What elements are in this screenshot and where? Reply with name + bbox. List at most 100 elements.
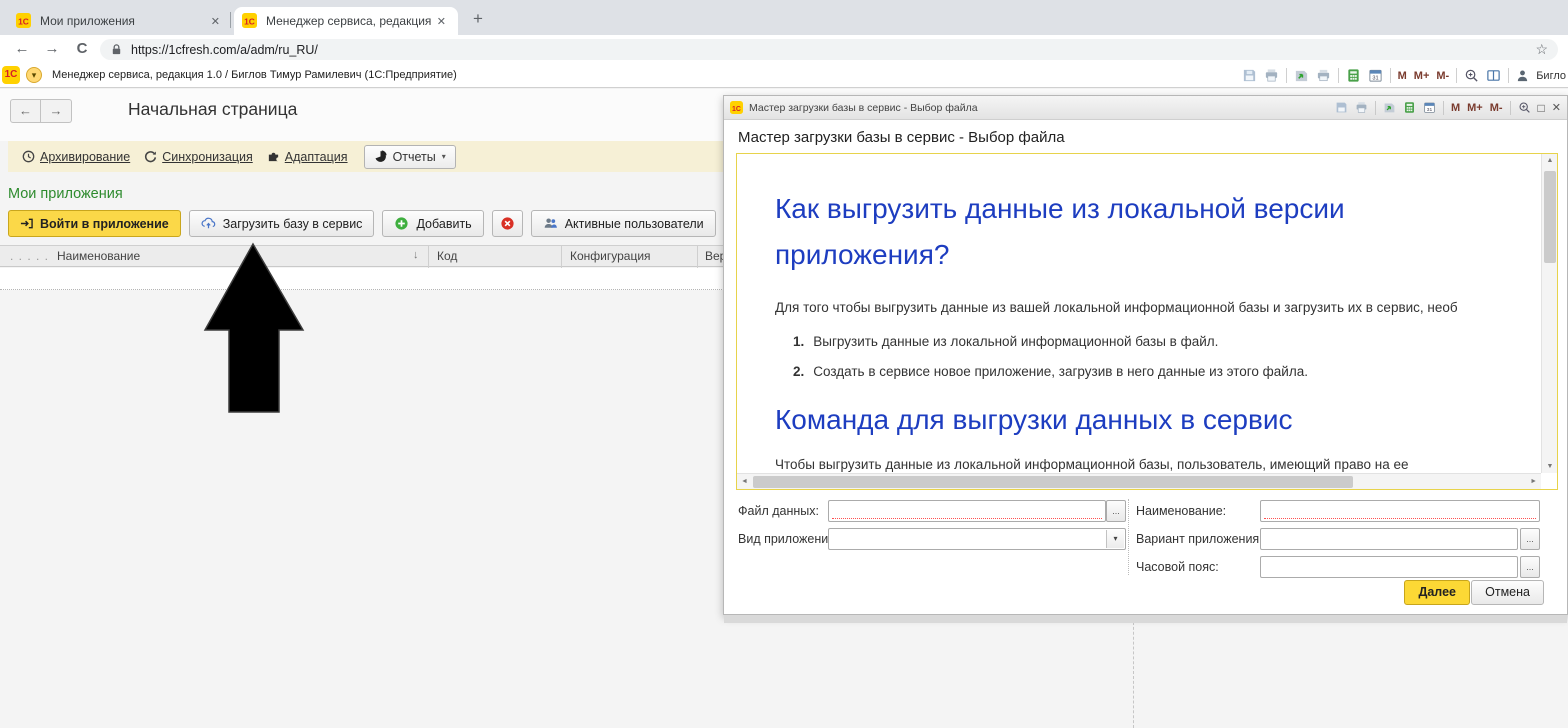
user-name-label[interactable]: Бигло bbox=[1536, 70, 1566, 82]
plus-circle-icon bbox=[394, 216, 409, 231]
main-menu-button[interactable]: ▾ bbox=[26, 67, 42, 83]
vertical-scrollbar[interactable]: ▲ ▼ bbox=[1541, 154, 1557, 473]
new-tab-button[interactable]: + bbox=[466, 8, 490, 32]
browser-forward-icon[interactable]: → bbox=[42, 39, 62, 59]
column-header-code[interactable]: Код bbox=[437, 249, 457, 263]
url-text[interactable]: https://1cfresh.com/a/adm/ru_RU/ bbox=[131, 43, 1535, 57]
1c-favicon: 1С bbox=[730, 101, 743, 114]
tab-close-icon[interactable]: ✕ bbox=[207, 13, 224, 30]
timezone-field[interactable] bbox=[1260, 556, 1518, 578]
browser-back-icon[interactable]: ← bbox=[12, 39, 32, 59]
browser-reload-icon[interactable]: C bbox=[72, 39, 92, 59]
maximize-icon[interactable]: □ bbox=[1538, 101, 1545, 115]
upload-wizard-dialog: 1С Мастер загрузки базы в сервис - Выбор… bbox=[723, 95, 1568, 623]
1c-favicon: 1С bbox=[16, 13, 32, 29]
sync-link-label[interactable]: Синхронизация bbox=[162, 150, 253, 164]
timezone-browse-button[interactable]: ... bbox=[1520, 556, 1540, 578]
memory-m-plus-button[interactable]: M+ bbox=[1414, 70, 1430, 82]
adaptation-link[interactable]: Адаптация bbox=[267, 150, 348, 164]
application-kind-combo[interactable]: ▾ bbox=[828, 528, 1126, 550]
file-browse-button[interactable]: ... bbox=[1106, 500, 1126, 522]
calculator-icon[interactable] bbox=[1346, 68, 1361, 83]
reports-button[interactable]: Отчеты ▾ bbox=[363, 144, 456, 169]
calculator-icon[interactable] bbox=[1403, 101, 1416, 114]
screen: 1С Мои приложения ✕ 1С Менеджер сервиса,… bbox=[0, 0, 1568, 728]
dialog-titlebar[interactable]: 1С Мастер загрузки базы в сервис - Выбор… bbox=[724, 96, 1567, 120]
browser-address-row: ← → C https://1cfresh.com/a/adm/ru_RU/ ☆ bbox=[0, 35, 1568, 63]
dialog-toolbar: 31 M M+ M- □ ✕ bbox=[1335, 100, 1561, 115]
active-users-button-label: Активные пользователи bbox=[564, 216, 704, 231]
toolbar-separator bbox=[1456, 68, 1458, 83]
scroll-right-icon[interactable]: ► bbox=[1530, 474, 1537, 489]
horizontal-scrollbar[interactable]: ◄ ► bbox=[737, 473, 1541, 489]
red-cross-icon bbox=[500, 216, 515, 231]
send-print-icon[interactable] bbox=[1316, 68, 1331, 83]
split-window-icon[interactable] bbox=[1486, 68, 1501, 83]
toolbar-separator bbox=[1285, 68, 1287, 83]
help-document-content: Как выгрузить данные из локальной версии… bbox=[737, 154, 1541, 473]
application-kind-input[interactable] bbox=[829, 529, 1125, 549]
print-icon[interactable] bbox=[1355, 101, 1368, 114]
vertical-scroll-thumb[interactable] bbox=[1544, 171, 1556, 263]
browser-tab-service-manager[interactable]: 1С Менеджер сервиса, редакция 1 ✕ bbox=[234, 7, 458, 35]
archive-link[interactable]: Архивирование bbox=[22, 150, 130, 164]
sync-link[interactable]: Синхронизация bbox=[144, 150, 253, 164]
calendar-icon[interactable]: 31 bbox=[1368, 68, 1383, 83]
variant-field-label: Вариант приложения: bbox=[1136, 532, 1263, 546]
name-field[interactable] bbox=[1260, 500, 1540, 522]
horizontal-scroll-thumb[interactable] bbox=[753, 476, 1353, 488]
scroll-down-icon[interactable]: ▼ bbox=[1542, 463, 1557, 470]
cancel-button[interactable]: Отмена bbox=[1471, 580, 1544, 605]
active-users-button[interactable]: Активные пользователи bbox=[530, 210, 716, 237]
save-icon[interactable] bbox=[1335, 101, 1348, 114]
scroll-up-icon[interactable]: ▲ bbox=[1542, 157, 1557, 164]
column-header-name[interactable]: Наименование bbox=[57, 249, 140, 263]
file-field[interactable] bbox=[828, 500, 1106, 522]
sort-descending-icon[interactable]: ↓ bbox=[413, 249, 419, 261]
calendar-icon[interactable]: 31 bbox=[1423, 101, 1436, 114]
column-header-config[interactable]: Конфигурация bbox=[570, 249, 651, 263]
close-icon[interactable]: ✕ bbox=[1552, 101, 1561, 114]
add-button[interactable]: Добавить bbox=[382, 210, 484, 237]
cloud-upload-icon bbox=[201, 216, 216, 231]
adaptation-link-label[interactable]: Адаптация bbox=[285, 150, 348, 164]
upload-base-button[interactable]: Загрузить базу в сервис bbox=[188, 210, 375, 237]
timezone-input[interactable] bbox=[1261, 557, 1517, 577]
browser-tab-my-apps[interactable]: 1С Мои приложения ✕ bbox=[8, 7, 232, 35]
page-title: Начальная страница bbox=[128, 99, 298, 119]
login-icon bbox=[20, 217, 33, 230]
archive-link-label[interactable]: Архивирование bbox=[40, 150, 130, 164]
combo-dropdown-icon[interactable]: ▾ bbox=[1106, 530, 1124, 548]
form-column-divider bbox=[1128, 499, 1129, 575]
user-icon[interactable] bbox=[1516, 69, 1529, 82]
scroll-left-icon[interactable]: ◄ bbox=[741, 474, 748, 489]
zoom-icon[interactable] bbox=[1518, 101, 1531, 114]
address-bar[interactable]: https://1cfresh.com/a/adm/ru_RU/ ☆ bbox=[100, 39, 1558, 60]
file-input[interactable] bbox=[829, 501, 1105, 521]
tab-close-icon[interactable]: ✕ bbox=[433, 13, 450, 30]
bookmark-star-icon[interactable]: ☆ bbox=[1535, 41, 1548, 58]
1c-logo-icon: 1С bbox=[2, 66, 20, 84]
tab-title: Менеджер сервиса, редакция 1 bbox=[266, 14, 433, 28]
save-to-file-icon[interactable] bbox=[1383, 101, 1396, 114]
nav-forward-button[interactable]: → bbox=[41, 99, 72, 123]
variant-field[interactable] bbox=[1260, 528, 1518, 550]
variant-browse-button[interactable]: ... bbox=[1520, 528, 1540, 550]
name-input[interactable] bbox=[1261, 501, 1539, 521]
variant-input[interactable] bbox=[1261, 529, 1517, 549]
delete-button[interactable] bbox=[491, 210, 523, 237]
login-to-app-button[interactable]: Войти в приложение bbox=[8, 210, 181, 237]
print-icon[interactable] bbox=[1264, 68, 1279, 83]
next-button[interactable]: Далее bbox=[1404, 580, 1470, 605]
zoom-icon[interactable] bbox=[1464, 68, 1479, 83]
save-icon[interactable] bbox=[1242, 68, 1257, 83]
svg-text:31: 31 bbox=[1427, 107, 1433, 113]
memory-m-button[interactable]: M bbox=[1451, 102, 1460, 114]
memory-m-minus-button[interactable]: M- bbox=[1436, 70, 1449, 82]
save-to-file-icon[interactable] bbox=[1294, 68, 1309, 83]
svg-text:31: 31 bbox=[1372, 76, 1378, 82]
memory-m-minus-button[interactable]: M- bbox=[1490, 102, 1503, 114]
memory-m-plus-button[interactable]: M+ bbox=[1467, 102, 1483, 114]
memory-m-button[interactable]: M bbox=[1398, 70, 1407, 82]
nav-back-button[interactable]: ← bbox=[10, 99, 41, 123]
